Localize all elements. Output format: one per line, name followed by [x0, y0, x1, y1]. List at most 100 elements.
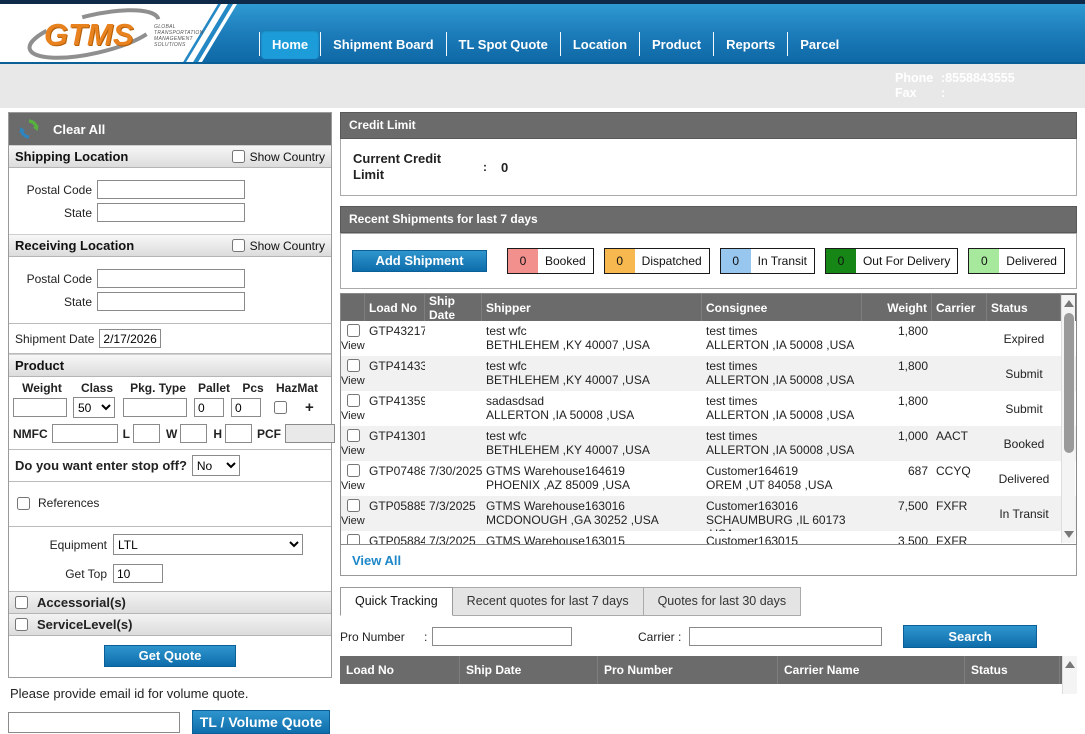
class-label: Class: [71, 381, 123, 395]
scroll-up-arrow-icon[interactable]: [1065, 661, 1075, 668]
nav-item-shipment-board[interactable]: Shipment Board: [322, 30, 444, 59]
row-checkbox[interactable]: [347, 324, 360, 337]
accessorials-checkbox[interactable]: [15, 596, 28, 609]
stop-off-select[interactable]: No: [192, 455, 240, 476]
shipment-date-input[interactable]: [99, 329, 161, 348]
view-link[interactable]: View: [341, 480, 365, 492]
view-link[interactable]: View: [341, 445, 365, 457]
servicelevels-checkbox[interactable]: [15, 618, 28, 631]
class-select[interactable]: 50: [73, 397, 115, 418]
nmfc-input[interactable]: [52, 424, 118, 443]
scroll-down-arrow-icon[interactable]: [1064, 531, 1074, 538]
equipment-select[interactable]: LTL: [113, 534, 303, 555]
nav-item-parcel[interactable]: Parcel: [789, 30, 850, 59]
servicelevels-section[interactable]: ServiceLevel(s): [9, 614, 331, 636]
nmfc-label: NMFC: [13, 427, 48, 441]
references-checkbox[interactable]: [17, 497, 30, 510]
hazmat-checkbox[interactable]: [274, 401, 287, 414]
cell-consignee: test timesALLERTON ,IA 50008 ,USA: [702, 321, 862, 356]
product-header: Product: [9, 354, 331, 377]
volume-email-input[interactable]: [8, 712, 180, 733]
add-product-row-button[interactable]: +: [305, 399, 314, 416]
nav-item-tl-spot-quote[interactable]: TL Spot Quote: [448, 30, 559, 59]
shipping-postal-input[interactable]: [97, 180, 245, 199]
scroll-up-arrow-icon[interactable]: [1064, 300, 1074, 307]
shipping-show-country-checkbox[interactable]: [232, 150, 245, 163]
weight-input[interactable]: [13, 398, 67, 417]
status-label: Dispatched: [635, 249, 709, 273]
pcs-input[interactable]: [231, 398, 261, 417]
equipment-label: Equipment: [15, 538, 113, 552]
row-checkbox[interactable]: [347, 534, 360, 545]
row-checkbox[interactable]: [347, 359, 360, 372]
receiving-postal-label: Postal Code: [9, 272, 97, 286]
cell-status: Expired: [987, 321, 1061, 356]
row-checkbox[interactable]: [347, 464, 360, 477]
pro-number-input[interactable]: [432, 627, 572, 646]
current-credit-limit-label: Current Credit Limit: [353, 151, 463, 183]
row-checkbox[interactable]: [347, 394, 360, 407]
status-filter-delivered[interactable]: 0Delivered: [968, 248, 1065, 274]
cell-consignee: test timesALLERTON ,IA 50008 ,USA: [702, 426, 862, 461]
receiving-state-input[interactable]: [97, 292, 245, 311]
pkg-type-input[interactable]: [123, 398, 187, 417]
status-filter-booked[interactable]: 0Booked: [507, 248, 594, 274]
view-link[interactable]: View: [341, 340, 365, 352]
nav-separator: [639, 32, 640, 56]
tab-recent-quotes-for-last-7-days[interactable]: Recent quotes for last 7 days: [453, 587, 644, 616]
status-filter-out-for-delivery[interactable]: 0Out For Delivery: [825, 248, 958, 274]
view-link[interactable]: View: [341, 410, 365, 422]
cell-ship-date: 7/3/2025: [425, 531, 482, 545]
shipping-state-input[interactable]: [97, 203, 245, 222]
width-input[interactable]: [180, 424, 207, 443]
carrier-label: Carrier :: [638, 630, 681, 644]
view-link[interactable]: View: [341, 515, 365, 527]
tab-quotes-for-last-30-days[interactable]: Quotes for last 30 days: [644, 587, 802, 616]
accessorials-section[interactable]: Accessorial(s): [9, 592, 331, 614]
shipments-table-body: ViewGTP43217test wfcBETHLEHEM ,KY 40007 …: [341, 321, 1076, 545]
nav-item-product[interactable]: Product: [641, 30, 712, 59]
nav-item-reports[interactable]: Reports: [715, 30, 786, 59]
get-quote-button[interactable]: Get Quote: [104, 645, 236, 667]
status-filter-in-transit[interactable]: 0In Transit: [720, 248, 815, 274]
length-input[interactable]: [133, 424, 160, 443]
height-input[interactable]: [225, 424, 252, 443]
receiving-postal-input[interactable]: [97, 269, 245, 288]
nav-item-home[interactable]: Home: [261, 30, 319, 59]
cell-status: Delivered: [987, 461, 1061, 496]
tracking-table-scrollbar[interactable]: [1062, 656, 1077, 694]
row-checkbox[interactable]: [347, 499, 360, 512]
cell-carrier: AACT: [932, 426, 987, 461]
status-label: Out For Delivery: [856, 249, 957, 273]
carrier-input[interactable]: [689, 627, 882, 646]
shipping-postal-label: Postal Code: [9, 183, 97, 197]
shipments-toolbar: Add Shipment 0Booked0Dispatched0In Trans…: [340, 233, 1077, 289]
search-button[interactable]: Search: [903, 625, 1037, 648]
table-row: ViewGTP41359sadasdsadALLERTON ,IA 50008 …: [341, 391, 1076, 426]
status-label: Delivered: [999, 249, 1064, 273]
status-filter-dispatched[interactable]: 0Dispatched: [604, 248, 710, 274]
add-shipment-button[interactable]: Add Shipment: [352, 250, 487, 272]
tab-quick-tracking[interactable]: Quick Tracking: [340, 587, 453, 616]
tl-volume-quote-button[interactable]: TL / Volume Quote: [192, 710, 330, 734]
pallet-input[interactable]: [194, 398, 224, 417]
clear-all-button[interactable]: Clear All: [9, 113, 331, 145]
main-nav: HomeShipment BoardTL Spot QuoteLocationP…: [258, 28, 850, 60]
row-checkbox[interactable]: [347, 429, 360, 442]
status-count-badge: 0: [721, 249, 751, 273]
nav-item-location[interactable]: Location: [562, 30, 638, 59]
receiving-show-country-checkbox[interactable]: [232, 239, 245, 252]
gtms-logo: GTMS GLOBAL TRANSPORTATION MANAGEMENT SO…: [26, 8, 226, 60]
cell-weight: 1,000: [862, 426, 932, 461]
shipping-show-country-label: Show Country: [250, 150, 325, 164]
accessorials-label: Accessorial(s): [37, 595, 126, 610]
get-top-input[interactable]: [113, 564, 163, 583]
scrollbar-thumb[interactable]: [1064, 313, 1074, 453]
table-row: ViewGTP41301test wfcBETHLEHEM ,KY 40007 …: [341, 426, 1076, 461]
cell-carrier: CCYQ: [932, 461, 987, 496]
cell-consignee: test timesALLERTON ,IA 50008 ,USA: [702, 391, 862, 426]
table-scrollbar[interactable]: [1061, 295, 1075, 543]
view-link[interactable]: View: [341, 375, 365, 387]
view-all-link[interactable]: View All: [352, 553, 401, 568]
status-count-badge: 0: [969, 249, 999, 273]
